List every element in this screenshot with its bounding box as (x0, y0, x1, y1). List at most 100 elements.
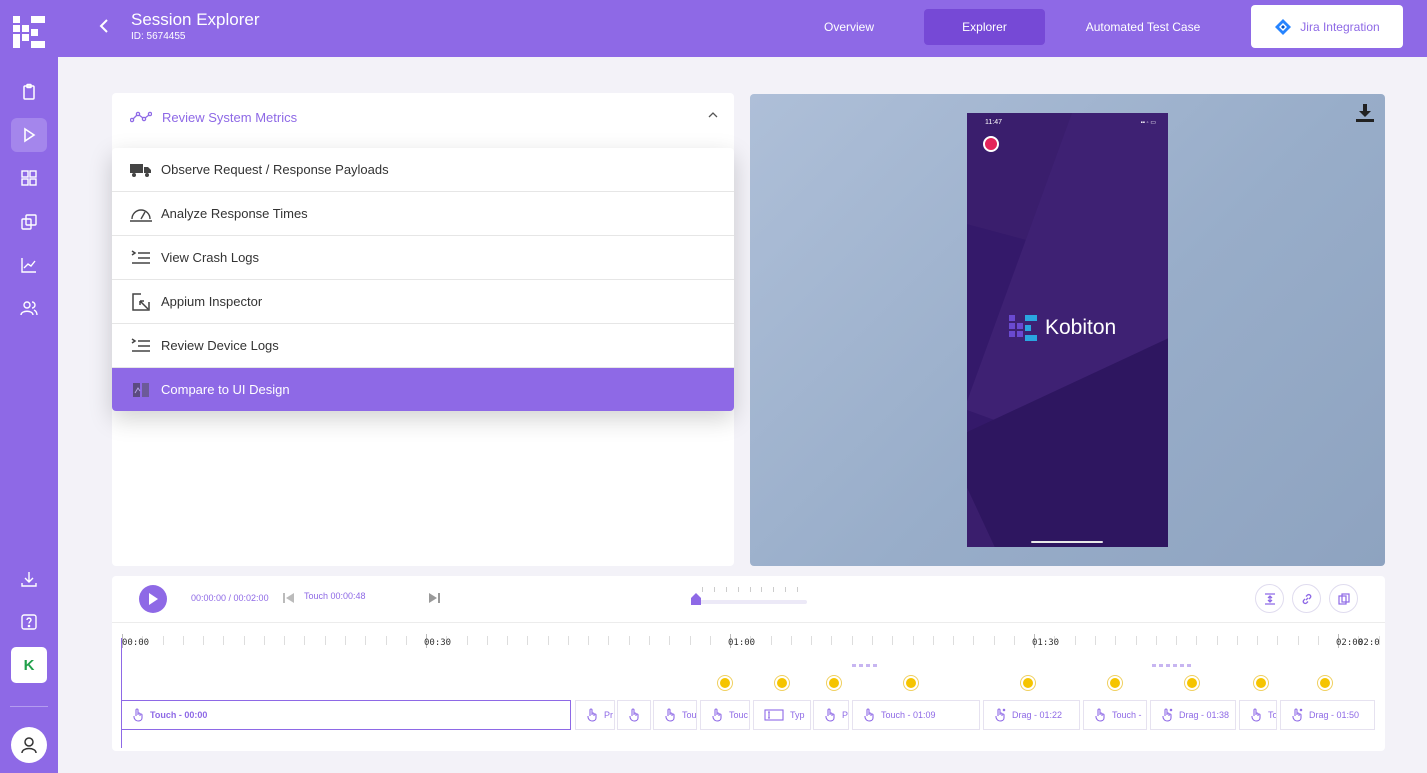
user-avatar-icon[interactable] (11, 727, 47, 763)
touch-icon (133, 708, 143, 722)
tab-automated-test-case[interactable]: Automated Test Case (1068, 9, 1218, 45)
chevron-up-icon[interactable] (708, 111, 718, 119)
step-card[interactable]: P (813, 700, 849, 730)
previous-step-icon[interactable] (283, 592, 295, 604)
copy-button[interactable] (1329, 584, 1358, 613)
timeline-divider (112, 622, 1385, 623)
step-card[interactable]: To (1239, 700, 1277, 730)
event-marker[interactable] (1318, 676, 1332, 690)
speed-slider[interactable] (695, 600, 807, 604)
menu-item-observe-payloads[interactable]: Observe Request / Response Payloads (112, 148, 734, 192)
jira-integration-button[interactable]: Jira Integration (1251, 5, 1403, 48)
ruler-tick (811, 636, 813, 645)
menu-item-compare-ui-design[interactable]: Compare to UI Design (112, 368, 734, 411)
copy-icon[interactable] (11, 205, 47, 239)
ruler-tick (1176, 636, 1178, 645)
ruler-label: 01:30 (1032, 638, 1060, 648)
step-card[interactable]: Tou (653, 700, 697, 730)
ruler-tick (892, 636, 894, 645)
menu-item-label: Appium Inspector (161, 294, 263, 309)
ruler-tick (1155, 636, 1157, 645)
ruler-tick (669, 636, 671, 645)
play-icon[interactable] (11, 118, 47, 152)
ruler-tick (304, 636, 306, 645)
menu-item-review-device-logs[interactable]: Review Device Logs (112, 324, 734, 368)
current-step: Touch 00:00:48 (304, 591, 366, 601)
download-icon[interactable] (11, 562, 47, 596)
ruler-tick (243, 636, 245, 645)
ruler-label: 01:00 (728, 638, 756, 648)
step-label: Drag - 01:38 (1179, 710, 1230, 720)
ruler-tick (689, 636, 691, 645)
menu-item-appium-inspector[interactable]: Appium Inspector (112, 280, 734, 324)
ruler-tick (182, 636, 184, 645)
touch-icon (629, 708, 639, 722)
event-marker[interactable] (718, 676, 732, 690)
ruler-tick (608, 636, 610, 645)
event-marker[interactable] (1254, 676, 1268, 690)
status-time: 11:47 (985, 119, 1002, 126)
tab-overview[interactable]: Overview (788, 9, 910, 45)
copy-icon (1337, 592, 1350, 605)
touch-icon (864, 708, 874, 722)
step-card[interactable]: Touc (700, 700, 750, 730)
menu-item-label: Analyze Response Times (161, 206, 308, 221)
menu-item-analyze-response-times[interactable]: Analyze Response Times (112, 192, 734, 236)
ruler-tick (649, 636, 651, 645)
help-icon[interactable] (11, 605, 47, 639)
step-card[interactable]: Drag - 01:50 (1280, 700, 1375, 730)
device-screen[interactable]: 11:47 ▪▪ ◦ ▭ Kobiton (967, 113, 1168, 547)
event-marker[interactable] (775, 676, 789, 690)
step-card[interactable] (617, 700, 651, 730)
metrics-label: Review System Metrics (162, 109, 298, 125)
device-screen-panel: 11:47 ▪▪ ◦ ▭ Kobiton (750, 94, 1385, 566)
next-step-icon[interactable] (428, 592, 440, 604)
chart-icon[interactable] (11, 248, 47, 282)
ruler-tick (466, 636, 468, 645)
play-icon (149, 593, 158, 605)
ruler-tick (790, 636, 792, 645)
step-card[interactable]: Drag - 01:22 (983, 700, 1080, 730)
step-card[interactable]: Drag - 01:38 (1150, 700, 1236, 730)
menu-item-view-crash-logs[interactable]: View Crash Logs (112, 236, 734, 280)
ruler-tick (1257, 636, 1259, 645)
users-icon[interactable] (11, 291, 47, 325)
sidebar-divider (10, 706, 48, 707)
ruler-label: 00:30 (424, 638, 452, 648)
recording-dot-icon (983, 136, 999, 152)
event-marker[interactable] (904, 676, 918, 690)
ruler-tick (405, 636, 407, 645)
link-button[interactable] (1292, 584, 1321, 613)
ruler-tick (567, 636, 569, 645)
step-card[interactable]: Touch - (1083, 700, 1147, 730)
metrics-icon (130, 111, 152, 123)
back-arrow-icon[interactable] (94, 16, 114, 36)
workspace-badge[interactable]: K (11, 647, 47, 683)
tab-explorer[interactable]: Explorer (924, 9, 1045, 45)
ruler-tick (1196, 636, 1198, 645)
home-indicator (1031, 541, 1103, 543)
ruler-tick (1297, 636, 1299, 645)
ruler-tick (871, 636, 873, 645)
play-button[interactable] (139, 585, 167, 613)
event-marker[interactable] (827, 676, 841, 690)
event-marker[interactable] (1108, 676, 1122, 690)
clipboard-icon[interactable] (11, 75, 47, 109)
step-card[interactable]: Touch - 01:09 (852, 700, 980, 730)
review-system-metrics-toggle[interactable]: Review System Metrics (112, 93, 734, 141)
session-id: ID: 5674455 (131, 31, 186, 42)
slider-handle[interactable] (691, 593, 701, 605)
event-marker[interactable] (1185, 676, 1199, 690)
kobiton-logo-icon[interactable] (13, 16, 45, 48)
event-marker[interactable] (1021, 676, 1035, 690)
step-label: Tou (682, 710, 697, 720)
step-card[interactable]: Touch - 00:00 (121, 700, 571, 730)
step-card[interactable]: Pr (575, 700, 615, 730)
playhead[interactable] (121, 638, 122, 748)
ruler-tick (993, 636, 995, 645)
grid-icon[interactable] (11, 161, 47, 195)
fit-timeline-button[interactable] (1255, 584, 1284, 613)
step-card[interactable]: Typ (753, 700, 811, 730)
download-screenshot-icon[interactable] (1355, 104, 1375, 122)
ruler-tick (344, 636, 346, 645)
